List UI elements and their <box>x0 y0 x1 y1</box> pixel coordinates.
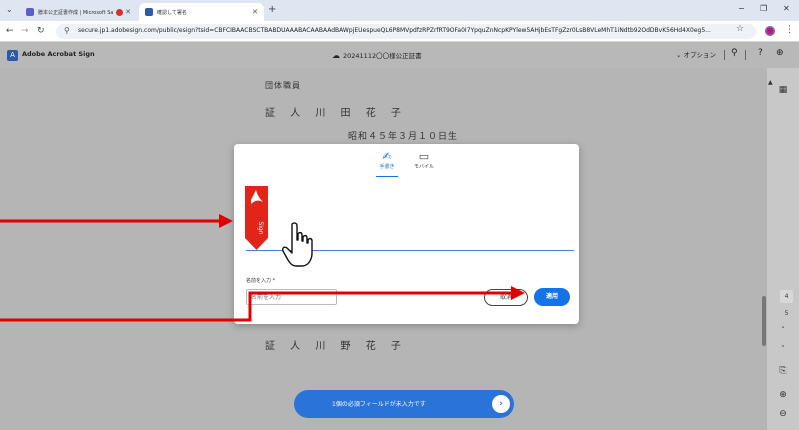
pen-draw-icon: ✍ <box>382 150 392 163</box>
thumbnail-grid-icon[interactable]: ▦ <box>767 85 799 95</box>
forward-icon[interactable]: → <box>21 26 29 36</box>
tab-draw-label: 手書き <box>379 164 395 170</box>
more-menu-icon[interactable]: ⋮ <box>785 25 794 35</box>
active-tab-indicator <box>376 176 398 177</box>
name-input[interactable] <box>246 289 337 305</box>
options-menu[interactable]: ⌄ オプション <box>676 49 716 59</box>
tab-title: 確認して署名 <box>157 9 187 16</box>
sign-here-tag[interactable]: Sign <box>245 186 268 250</box>
bookmark-star-icon[interactable]: ☆ <box>736 24 744 34</box>
mobile-device-icon: ▭ <box>418 150 430 163</box>
zoom-out-icon[interactable]: ⊖ <box>767 409 799 419</box>
url-text: secure.jp1.adobesign.com/public/esign?ts… <box>78 27 711 34</box>
tab-mobile-label: モバイル <box>413 164 434 170</box>
zoom-in-icon[interactable]: ⊕ <box>767 390 799 400</box>
tab-title: 謄本公正証書作成 | Microsoft Sa <box>38 9 114 16</box>
name-field-label: 名前を入力 * <box>246 278 276 284</box>
required-fields-message: 1個の必須フィールドが未入力です <box>332 401 426 408</box>
scrollbar-thumb[interactable] <box>762 296 766 346</box>
scroll-down-icon[interactable]: ˅ <box>767 345 799 353</box>
tab-search-icon[interactable]: ⌄ <box>6 5 13 14</box>
tab-mobile[interactable]: ▭ モバイル <box>409 150 439 170</box>
cancel-button[interactable]: 取消 <box>484 289 528 306</box>
browser-tab-teams[interactable]: 謄本公正証書作成 | Microsoft Sa ✕ <box>20 3 137 21</box>
close-window-icon[interactable]: ✕ <box>783 4 790 13</box>
acrobat-logo-icon: A <box>7 50 18 61</box>
scroll-arrow-icon[interactable]: ▲ <box>768 79 773 86</box>
witness-line: 証 人 川 田 花 子 <box>265 108 407 119</box>
minimize-icon[interactable]: − <box>738 4 745 13</box>
page-number[interactable]: 5 <box>780 307 793 320</box>
new-tab-icon[interactable]: + <box>268 4 276 15</box>
profile-avatar-icon[interactable] <box>765 26 775 36</box>
tab-draw[interactable]: ✍ 手書き <box>376 150 398 177</box>
options-label: オプション <box>683 51 717 59</box>
back-icon[interactable]: ← <box>6 26 14 36</box>
witness-line: 証 人 川 野 花 子 <box>265 341 407 352</box>
date-of-birth: 昭和４５年３月１０日生 <box>348 132 459 142</box>
address-bar[interactable]: ⚲ secure.jp1.adobesign.com/public/esign?… <box>56 24 756 39</box>
right-sidebar: ▦ ˄ ˅ ⎘ ⊕ ⊖ <box>767 68 799 430</box>
cloud-icon: ☁ <box>332 51 340 60</box>
header-divider <box>724 50 725 60</box>
hand-pointer-icon <box>282 222 313 267</box>
recording-icon <box>116 8 124 16</box>
close-tab-icon[interactable]: ✕ <box>125 8 131 16</box>
help-icon[interactable]: ? <box>758 48 763 58</box>
acrobat-favicon-icon <box>145 8 153 16</box>
next-field-arrow-icon[interactable]: › <box>492 395 510 413</box>
header-divider <box>745 50 746 60</box>
document-title-text: 20241112〇〇様公正証書 <box>343 52 422 60</box>
search-icon[interactable]: ⚲ <box>731 48 738 58</box>
teams-favicon-icon <box>26 8 34 16</box>
scroll-up-icon[interactable]: ˄ <box>767 326 799 334</box>
page-fit-icon[interactable]: ⎘ <box>767 366 799 376</box>
sign-tag-text: Sign <box>257 221 264 234</box>
site-info-icon[interactable]: ⚲ <box>64 26 70 35</box>
product-name: Adobe Acrobat Sign <box>22 50 95 58</box>
required-fields-bar[interactable]: 1個の必須フィールドが未入力です › <box>294 390 514 418</box>
browser-toolbar: ← → ↻ ⚲ secure.jp1.adobesign.com/public/… <box>0 21 799 42</box>
browser-tab-sign[interactable]: 確認して署名 ✕ <box>139 3 264 21</box>
language-globe-icon[interactable]: ⊕ <box>776 48 784 58</box>
browser-tab-bar: ⌄ 謄本公正証書作成 | Microsoft Sa ✕ 確認して署名 ✕ + −… <box>0 0 799 21</box>
document-title: ☁ 20241112〇〇様公正証書 <box>332 50 422 60</box>
document-text: 団体職員 <box>265 81 301 90</box>
maximize-icon[interactable]: ❐ <box>760 4 767 13</box>
apply-button[interactable]: 適用 <box>534 288 570 306</box>
page-number[interactable]: 4 <box>780 290 793 303</box>
close-tab-icon[interactable]: ✕ <box>252 8 258 16</box>
reload-icon[interactable]: ↻ <box>37 26 45 36</box>
